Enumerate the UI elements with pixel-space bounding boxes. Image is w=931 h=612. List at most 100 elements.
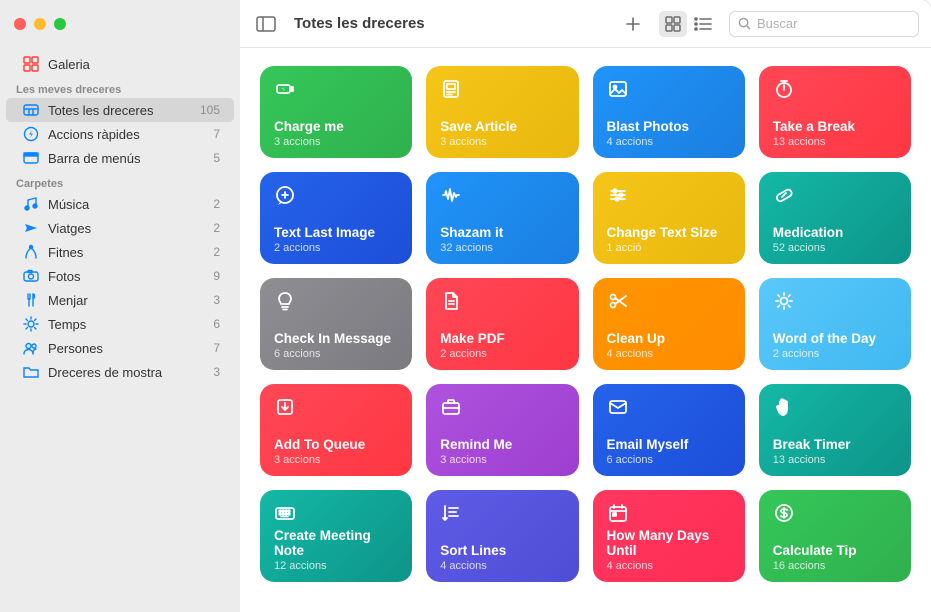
sidebar-item[interactable]: Accions ràpides 7 (6, 122, 234, 146)
sidebar-folder-item[interactable]: Dreceres de mostra3 (6, 360, 234, 384)
sunrise-icon (773, 290, 795, 312)
shortcut-title: Medication (773, 225, 897, 241)
close-window-button[interactable] (14, 18, 26, 30)
traffic-lights (0, 0, 240, 48)
shortcut-grid: Charge me3 accionsSave Article3 accionsB… (260, 66, 911, 582)
briefcase-icon (440, 396, 462, 418)
sidebar-item-count: 7 (213, 341, 220, 355)
sidebar-item-count: 3 (213, 293, 220, 307)
shortcut-card[interactable]: Calculate Tip16 accions (759, 490, 911, 582)
shortcut-subtitle: 6 accions (274, 348, 398, 360)
sidebar-item-gallery[interactable]: Galeria (6, 52, 234, 76)
bolt-icon (22, 125, 40, 143)
sidebar-folder-item[interactable]: Persones 7 (6, 336, 234, 360)
sidebar-folder-item[interactable]: Música2 (6, 192, 234, 216)
sidebar-item-count: 7 (213, 127, 220, 141)
shortcut-title: Text Last Image (274, 225, 398, 241)
search-field[interactable] (729, 11, 919, 37)
shortcut-subtitle: 13 accions (773, 136, 897, 148)
shortcut-subtitle: 4 accions (607, 136, 731, 148)
shortcut-card[interactable]: Check In Message6 accions (260, 278, 412, 370)
lines-icon (440, 502, 462, 524)
shortcut-title: Change Text Size (607, 225, 731, 241)
sidebar-item-label: Fotos (48, 269, 205, 284)
shortcut-title: Word of the Day (773, 331, 897, 347)
folder-icon (22, 363, 40, 381)
sidebar-folder-item[interactable]: Viatges2 (6, 216, 234, 240)
shortcut-card[interactable]: Blast Photos4 accions (593, 66, 745, 158)
shortcut-card[interactable]: Break Timer13 accions (759, 384, 911, 476)
shortcut-title: Take a Break (773, 119, 897, 135)
message-icon (274, 184, 296, 206)
shortcut-card[interactable]: Medication52 accions (759, 172, 911, 264)
minimize-window-button[interactable] (34, 18, 46, 30)
toggle-sidebar-button[interactable] (252, 11, 280, 37)
photo-icon (607, 78, 629, 100)
sidebar-item-count: 3 (213, 365, 220, 379)
toolbar: Totes les dreceres (240, 0, 931, 48)
sidebar-section-header: Les meves dreceres (0, 76, 240, 98)
sidebar-item[interactable]: Totes les dreceres105 (6, 98, 234, 122)
people-icon (22, 339, 40, 357)
shortcut-card[interactable]: Change Text Size1 acció (593, 172, 745, 264)
sidebar-item-label: Accions ràpides (48, 127, 205, 142)
shortcut-card[interactable]: Add To Queue3 accions (260, 384, 412, 476)
search-input[interactable] (757, 16, 910, 31)
shortcut-subtitle: 12 accions (274, 560, 398, 572)
shortcut-card[interactable]: Email Myself6 accions (593, 384, 745, 476)
list-view-button[interactable] (689, 11, 717, 37)
shortcut-title: Email Myself (607, 437, 731, 453)
shortcut-card[interactable]: Sort Lines4 accions (426, 490, 578, 582)
fork-icon (22, 291, 40, 309)
shortcut-subtitle: 2 accions (440, 348, 564, 360)
shortcut-subtitle: 13 accions (773, 454, 897, 466)
shortcut-card[interactable]: How Many Days Until4 accions (593, 490, 745, 582)
shortcut-card[interactable]: Shazam it32 accions (426, 172, 578, 264)
shortcut-subtitle: 16 accions (773, 560, 897, 572)
shortcut-card[interactable]: Save Article3 accions (426, 66, 578, 158)
sidebar-item-count: 105 (200, 103, 220, 117)
shortcut-subtitle: 3 accions (274, 136, 398, 148)
shortcut-card[interactable]: Make PDF2 accions (426, 278, 578, 370)
wave-icon (440, 184, 462, 206)
mail-icon (607, 396, 629, 418)
grid-view-button[interactable] (659, 11, 687, 37)
sidebar-item-label: Barra de menús (48, 151, 205, 166)
sidebar-item-label: Galeria (48, 57, 220, 72)
content-area: Charge me3 accionsSave Article3 accionsB… (240, 48, 931, 612)
sidebar-item[interactable]: Barra de menús 5 (6, 146, 234, 170)
title-bar: Totes les dreceres (0, 0, 931, 48)
shortcut-card[interactable]: Word of the Day2 accions (759, 278, 911, 370)
shortcut-subtitle: 52 accions (773, 242, 897, 254)
sidebar-section-header: Carpetes (0, 170, 240, 192)
sidebar-item-count: 9 (213, 269, 220, 283)
shortcut-card[interactable]: Create Meeting Note12 accions (260, 490, 412, 582)
sidebar-item-label: Persones (48, 341, 205, 356)
shortcut-card[interactable]: Remind Me3 accions (426, 384, 578, 476)
pill-icon (773, 184, 795, 206)
sliders-icon (607, 184, 629, 206)
sidebar-item-count: 2 (213, 245, 220, 259)
sidebar-item-label: Temps (48, 317, 205, 332)
sidebar: Galeria Les meves dreceres Totes les dre… (0, 48, 240, 612)
sidebar-item-count: 6 (213, 317, 220, 331)
sidebar-item-count: 5 (213, 151, 220, 165)
search-icon (738, 17, 751, 30)
shortcut-subtitle: 2 accions (773, 348, 897, 360)
keyboard-icon (274, 502, 296, 524)
shortcut-card[interactable]: Clean Up4 accions (593, 278, 745, 370)
sun-icon (22, 315, 40, 333)
shortcut-card[interactable]: Take a Break13 accions (759, 66, 911, 158)
shortcut-title: Break Timer (773, 437, 897, 453)
shortcut-subtitle: 4 accions (440, 560, 564, 572)
page-title: Totes les dreceres (294, 15, 425, 32)
sidebar-folder-item[interactable]: Fotos 9 (6, 264, 234, 288)
zoom-window-button[interactable] (54, 18, 66, 30)
sidebar-folder-item[interactable]: Temps 6 (6, 312, 234, 336)
shortcut-title: Make PDF (440, 331, 564, 347)
sidebar-folder-item[interactable]: Fitnes2 (6, 240, 234, 264)
shortcut-card[interactable]: Text Last Image2 accions (260, 172, 412, 264)
shortcut-card[interactable]: Charge me3 accions (260, 66, 412, 158)
add-shortcut-button[interactable] (619, 11, 647, 37)
sidebar-folder-item[interactable]: Menjar3 (6, 288, 234, 312)
